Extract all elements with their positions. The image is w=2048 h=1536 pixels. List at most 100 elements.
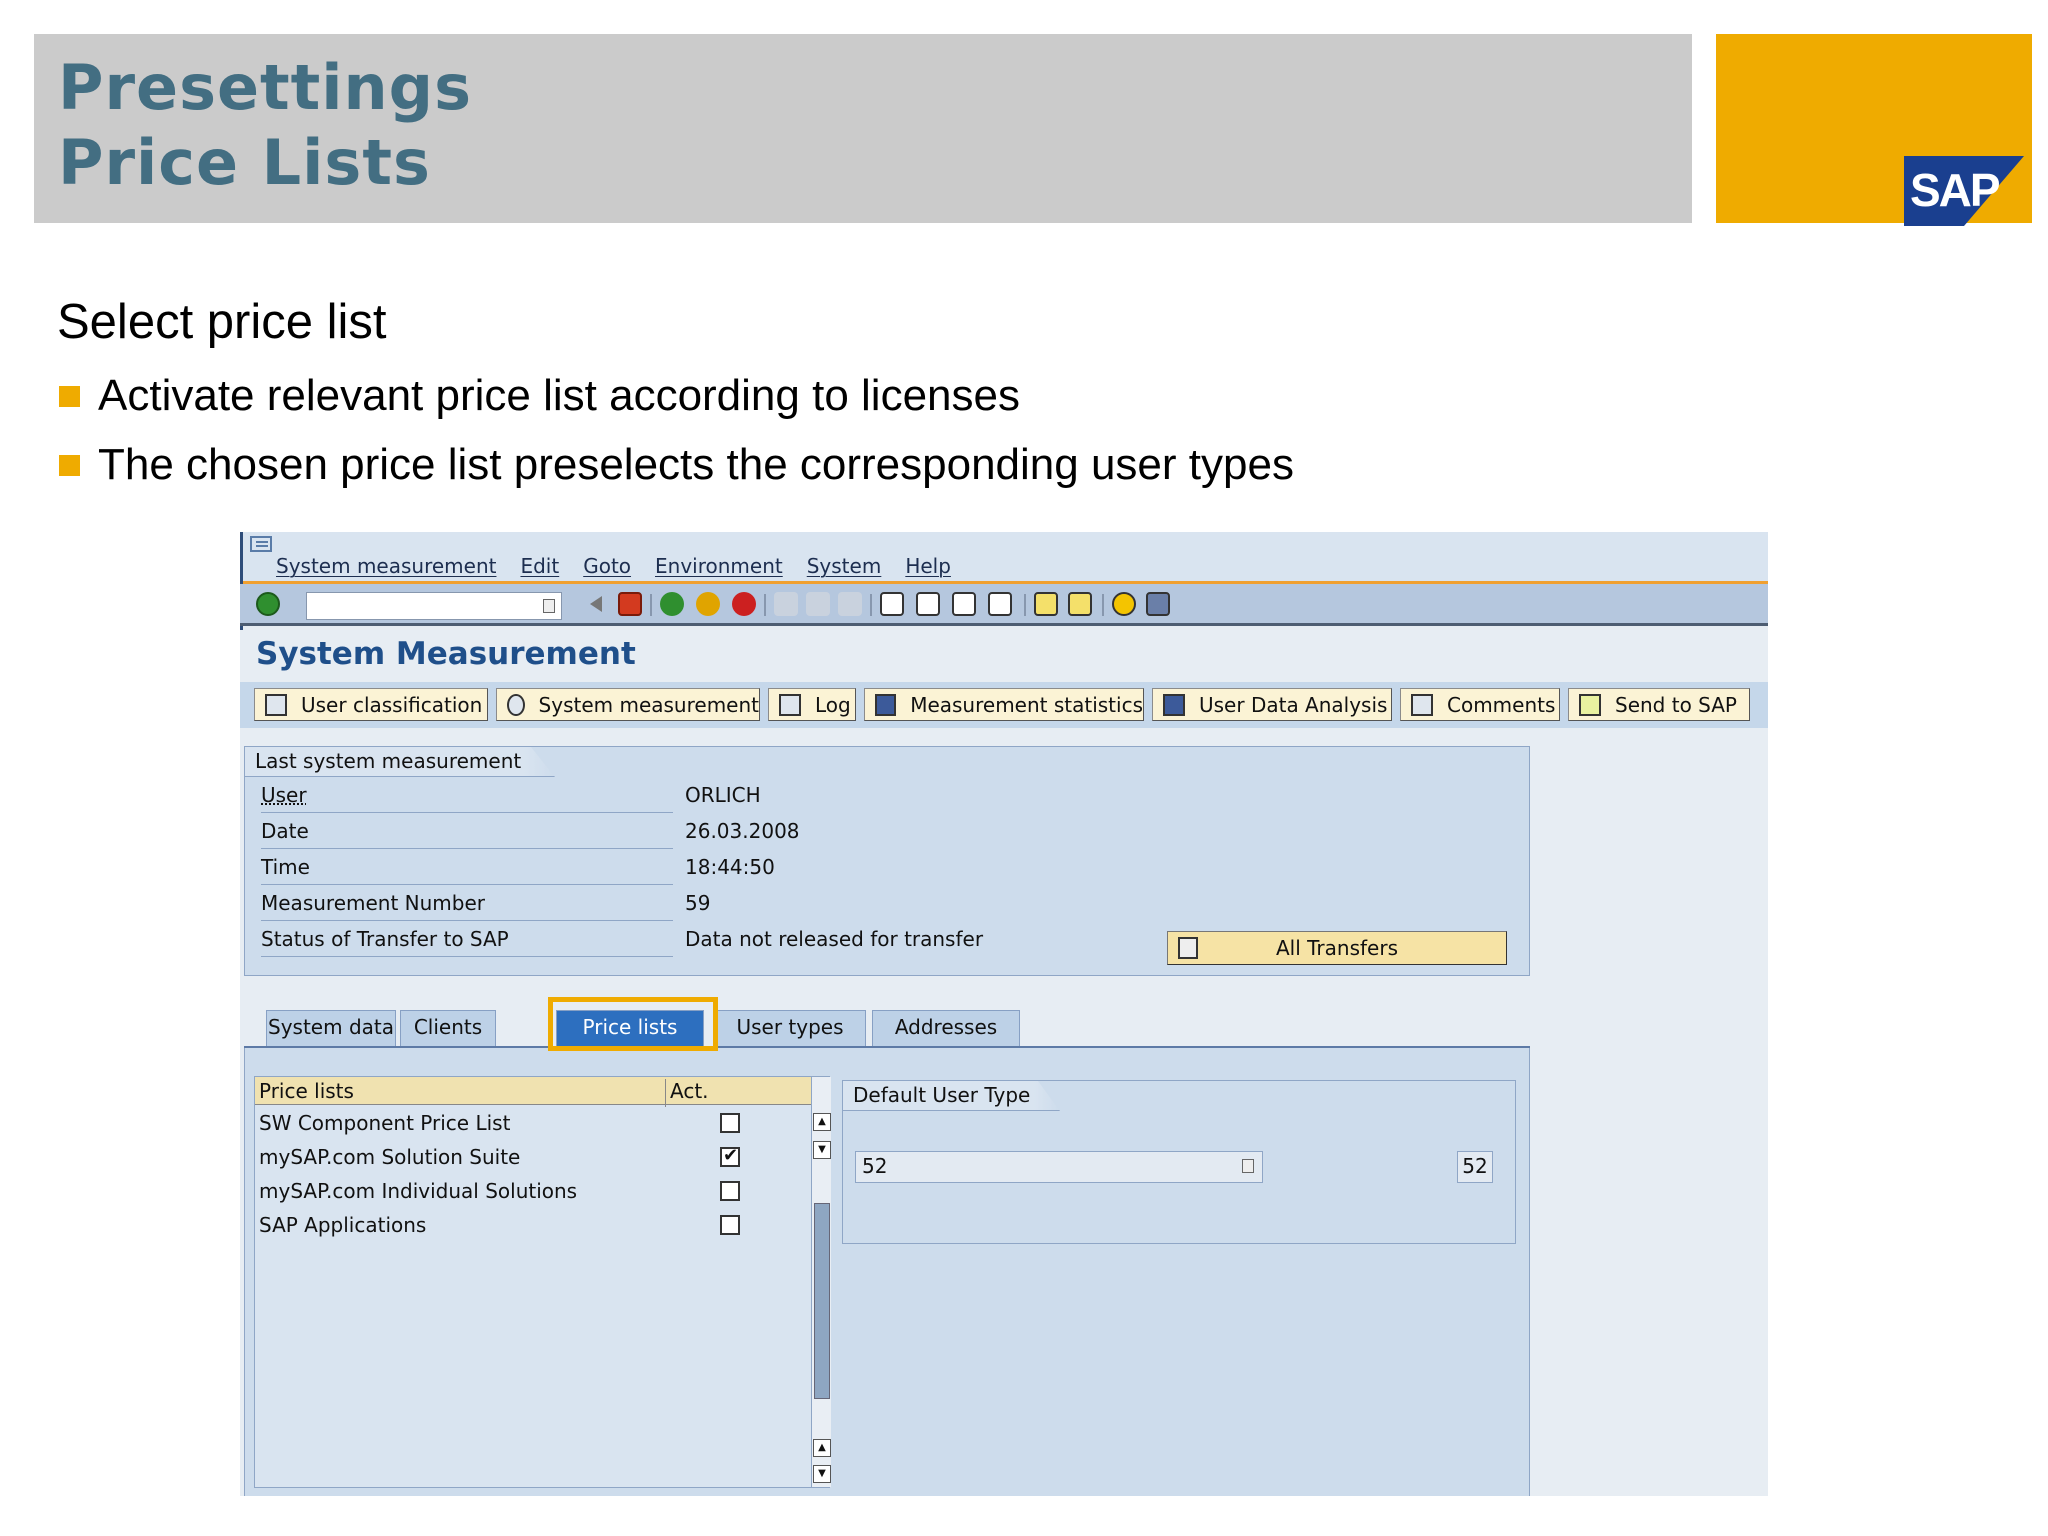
back-icon[interactable] (660, 592, 684, 616)
slide-header: Presettings Price Lists (34, 34, 1692, 223)
slide-title: Presettings Price Lists (58, 50, 472, 200)
menu-edit[interactable]: Edit (520, 554, 559, 578)
shortcut-icon[interactable] (1068, 592, 1092, 616)
scroll-bottom-arrow-icon[interactable]: ▼ (813, 1465, 831, 1483)
active-checkbox[interactable] (720, 1181, 740, 1201)
previous-page-icon[interactable] (916, 592, 940, 616)
price-list-name: SW Component Price List (259, 1111, 511, 1135)
comments-button[interactable]: Comments (1400, 688, 1560, 721)
table-icon (265, 693, 287, 716)
tab-user-types[interactable]: User types (714, 1010, 866, 1046)
toolbar-separator (650, 594, 652, 616)
bullet-list: Activate relevant price list according t… (57, 368, 1294, 506)
bullet-square-icon (59, 386, 80, 407)
measurement-statistics-button[interactable]: Measurement statistics (864, 688, 1144, 721)
log-icon (779, 693, 801, 716)
edit-icon (1411, 693, 1433, 716)
active-checkbox[interactable] (720, 1215, 740, 1235)
send-to-sap-button[interactable]: Send to SAP (1568, 688, 1750, 721)
menu-system[interactable]: System (807, 554, 882, 578)
last-page-icon[interactable] (988, 592, 1012, 616)
field-label: Status of Transfer to SAP (261, 927, 673, 957)
tab-clients[interactable]: Clients (400, 1010, 496, 1046)
logo-panel: SAP (1716, 34, 2032, 226)
price-list-name: mySAP.com Solution Suite (259, 1145, 521, 1169)
default-user-type-value: 52 (1457, 1151, 1493, 1183)
field-row-user: User ORLICH (255, 781, 1355, 813)
menu-system-measurement[interactable]: System measurement (276, 554, 496, 578)
toolbar-separator (764, 594, 766, 616)
toolbar-separator (870, 594, 872, 616)
tab-strip: System data Clients Price lists User typ… (244, 1004, 1530, 1048)
print-icon[interactable] (774, 592, 798, 616)
price-list-name: mySAP.com Individual Solutions (259, 1179, 578, 1203)
menu-help[interactable]: Help (905, 554, 951, 578)
group-title: Default User Type (843, 1081, 1061, 1111)
log-button[interactable]: Log (768, 688, 856, 721)
scroll-down-arrow-icon[interactable]: ▼ (813, 1141, 831, 1159)
exit-icon[interactable] (696, 592, 720, 616)
active-checkbox[interactable] (720, 1113, 740, 1133)
dropdown-icon[interactable] (1242, 1159, 1254, 1173)
table-header: Price lists Act. (255, 1077, 811, 1107)
last-measurement-group: Last system measurement User ORLICH Date… (244, 746, 1530, 976)
next-page-icon[interactable] (952, 592, 976, 616)
scroll-thumb[interactable] (814, 1203, 830, 1399)
field-value: 59 (685, 891, 711, 915)
user-classification-button[interactable]: User classification (254, 688, 488, 721)
first-page-icon[interactable] (880, 592, 904, 616)
column-header-price-lists[interactable]: Price lists (259, 1079, 354, 1103)
default-user-type-field[interactable]: 52 (855, 1151, 1263, 1183)
scroll-top-arrow-icon[interactable]: ▲ (813, 1113, 831, 1131)
bullet-item: The chosen price list preselects the cor… (57, 437, 1294, 506)
statistics-icon (875, 693, 897, 716)
layout-icon[interactable] (1146, 592, 1170, 616)
tab-system-data[interactable]: System data (266, 1010, 396, 1046)
system-measurement-button[interactable]: System measurement (496, 688, 760, 721)
slide-title-line1: Presettings (58, 51, 472, 124)
price-list-table: Price lists Act. SW Component Price List… (254, 1076, 831, 1488)
field-value: 18:44:50 (685, 855, 775, 879)
tab-highlight-frame (548, 997, 718, 1051)
field-value: Data not released for transfer (685, 927, 984, 951)
toolbar-separator (1102, 594, 1104, 616)
vertical-scrollbar[interactable]: ▲ ▼ ▲ ▼ (811, 1077, 831, 1487)
app-title: System Measurement (256, 636, 636, 672)
field-label: User (261, 783, 673, 813)
price-list-name: SAP Applications (259, 1213, 427, 1237)
menu-environment[interactable]: Environment (655, 554, 783, 578)
command-field[interactable] (306, 592, 562, 620)
application-toolbar: User classification System measurement L… (240, 682, 1768, 728)
user-data-analysis-button[interactable]: User Data Analysis (1152, 688, 1392, 721)
collapse-icon[interactable] (588, 596, 602, 612)
menu-goto[interactable]: Goto (583, 554, 631, 578)
scroll-up-arrow-icon[interactable]: ▲ (813, 1439, 831, 1457)
analysis-icon (1163, 693, 1185, 716)
save-icon[interactable] (618, 592, 642, 616)
dropdown-icon[interactable] (543, 599, 555, 613)
bullet-square-icon (59, 455, 80, 476)
table-row: mySAP.com Solution Suite (255, 1141, 811, 1175)
send-icon (1579, 693, 1601, 716)
standard-toolbar (240, 584, 1768, 626)
menu-bar: System measurement Edit Goto Environment… (240, 532, 1768, 584)
field-label: Time (261, 855, 673, 885)
slide-title-line2: Price Lists (58, 126, 431, 199)
find-next-icon[interactable] (838, 592, 862, 616)
all-transfers-button[interactable]: All Transfers (1167, 931, 1507, 965)
help-icon[interactable] (1112, 592, 1136, 616)
active-checkbox[interactable] (720, 1145, 740, 1167)
new-session-icon[interactable] (1034, 592, 1058, 616)
sap-window: System measurement Edit Goto Environment… (240, 532, 1768, 1496)
svg-text:SAP: SAP (1910, 164, 2000, 216)
menu-icon[interactable] (250, 536, 272, 552)
enter-icon[interactable] (256, 592, 280, 616)
find-icon[interactable] (806, 592, 830, 616)
table-row: mySAP.com Individual Solutions (255, 1175, 811, 1209)
table-row: SW Component Price List (255, 1107, 811, 1141)
cancel-icon[interactable] (732, 592, 756, 616)
tab-addresses[interactable]: Addresses (872, 1010, 1020, 1046)
field-value: ORLICH (685, 783, 761, 807)
column-header-active[interactable]: Act. (665, 1079, 709, 1107)
clock-icon (507, 693, 525, 716)
